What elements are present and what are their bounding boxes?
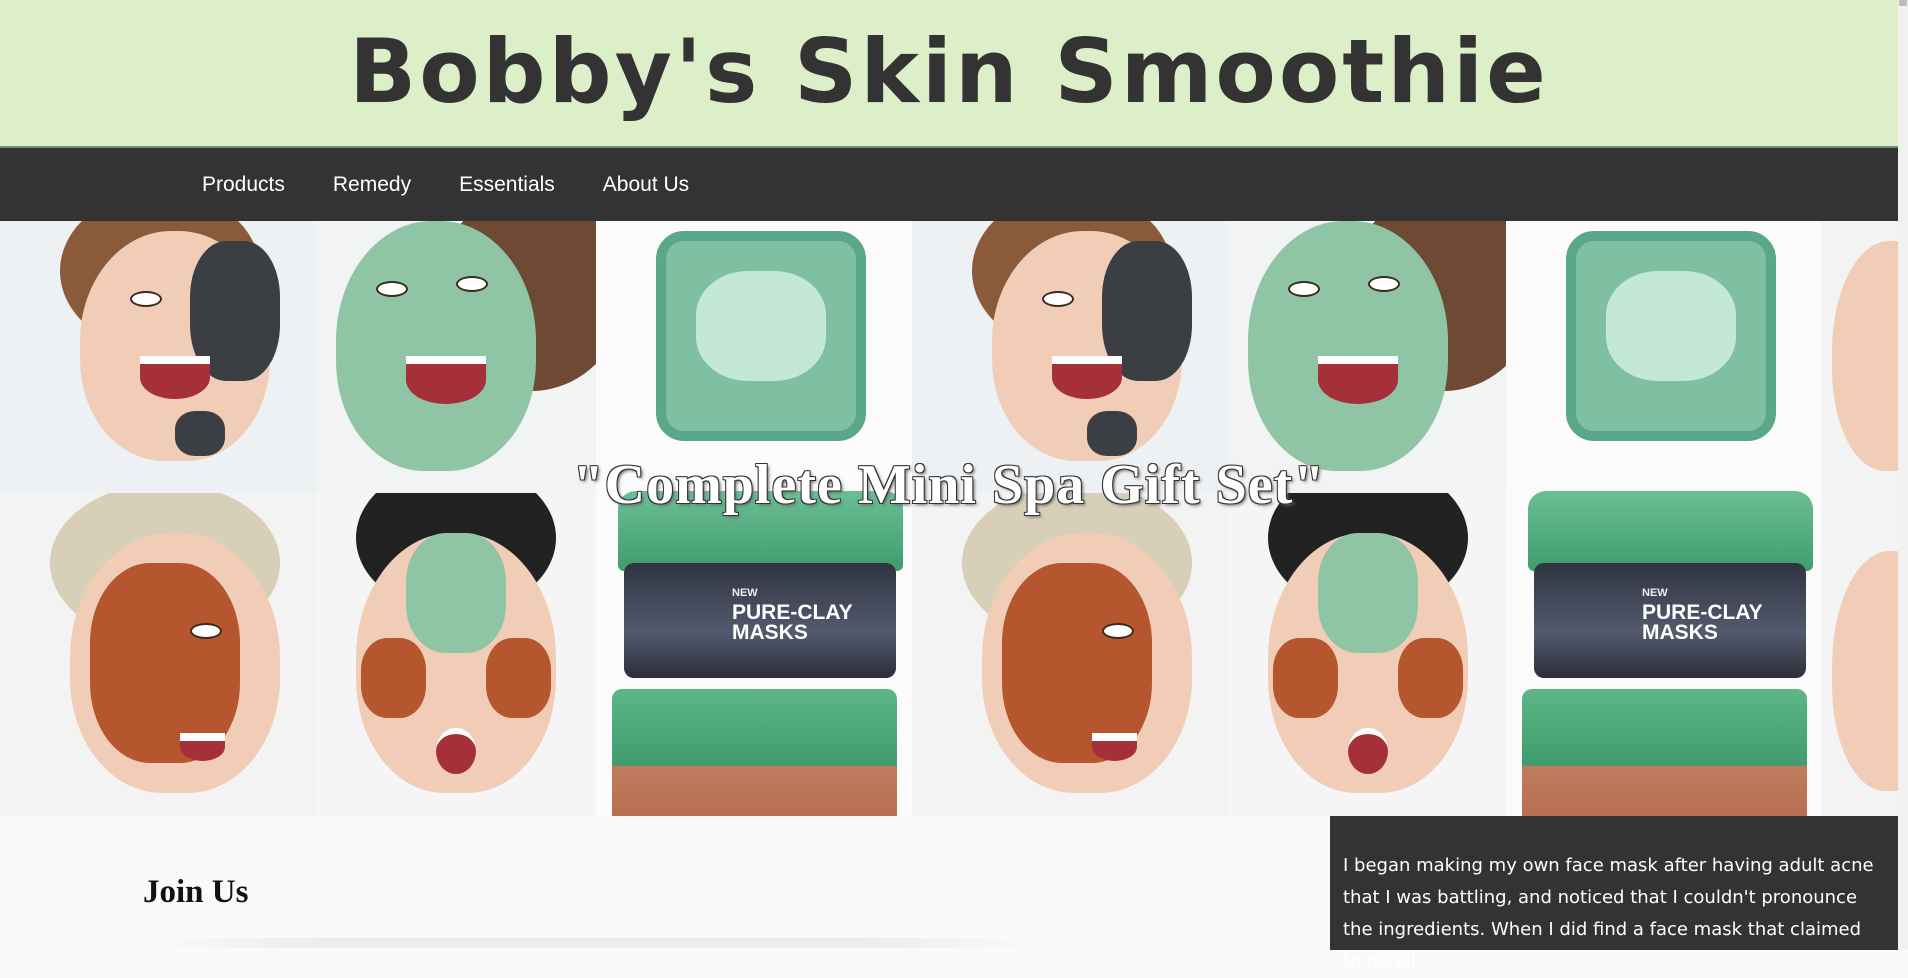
story-text: I began making my own face mask after ha… <box>1343 855 1874 972</box>
hero-photo-woman-clay-mask-2 <box>912 493 1228 816</box>
jar-brand-label: PURE-CLAY MASKS <box>732 601 853 644</box>
main-nav: Products Remedy Essentials About Us <box>0 148 1898 221</box>
scrollbar-thumb[interactable] <box>1899 0 1907 6</box>
hero-photo-edge <box>1822 221 1898 816</box>
jar-brand-label-2: PURE-CLAY MASKS <box>1642 601 1763 644</box>
main-content: Join Us I began making my own face mask … <box>0 816 1898 972</box>
jar-badge-new: NEW <box>732 587 758 599</box>
page: Bobby's Skin Smoothie Products Remedy Es… <box>0 0 1898 972</box>
hero-photo-woman-clay-mask <box>0 493 316 816</box>
hero-banner: NEW PURE-CLAY MASKS NEW PURE-CLAY MASKS … <box>0 221 1898 816</box>
hero-photo-man-mask <box>316 493 596 816</box>
join-us-text-cutoff <box>143 938 1043 948</box>
join-us-heading: Join Us <box>143 874 249 910</box>
site-title: Bobby's Skin Smoothie <box>349 19 1549 123</box>
nav-link-products[interactable]: Products <box>178 148 309 221</box>
nav-link-remedy[interactable]: Remedy <box>309 148 435 221</box>
hero-photo-man-mask-2 <box>1228 493 1506 816</box>
story-sidebar: I began making my own face mask after ha… <box>1330 816 1898 972</box>
hero-caption: "Complete Mini Spa Gift Set" <box>572 454 1326 516</box>
hero-product-jar: NEW PURE-CLAY MASKS <box>596 221 912 816</box>
site-header: Bobby's Skin Smoothie <box>0 0 1898 148</box>
scrollbar[interactable] <box>1898 0 1908 950</box>
nav-link-essentials[interactable]: Essentials <box>435 148 579 221</box>
jar-badge-new-2: NEW <box>1642 587 1668 599</box>
hero-product-jar-2: NEW PURE-CLAY MASKS <box>1506 221 1822 816</box>
nav-link-about-us[interactable]: About Us <box>579 148 713 221</box>
